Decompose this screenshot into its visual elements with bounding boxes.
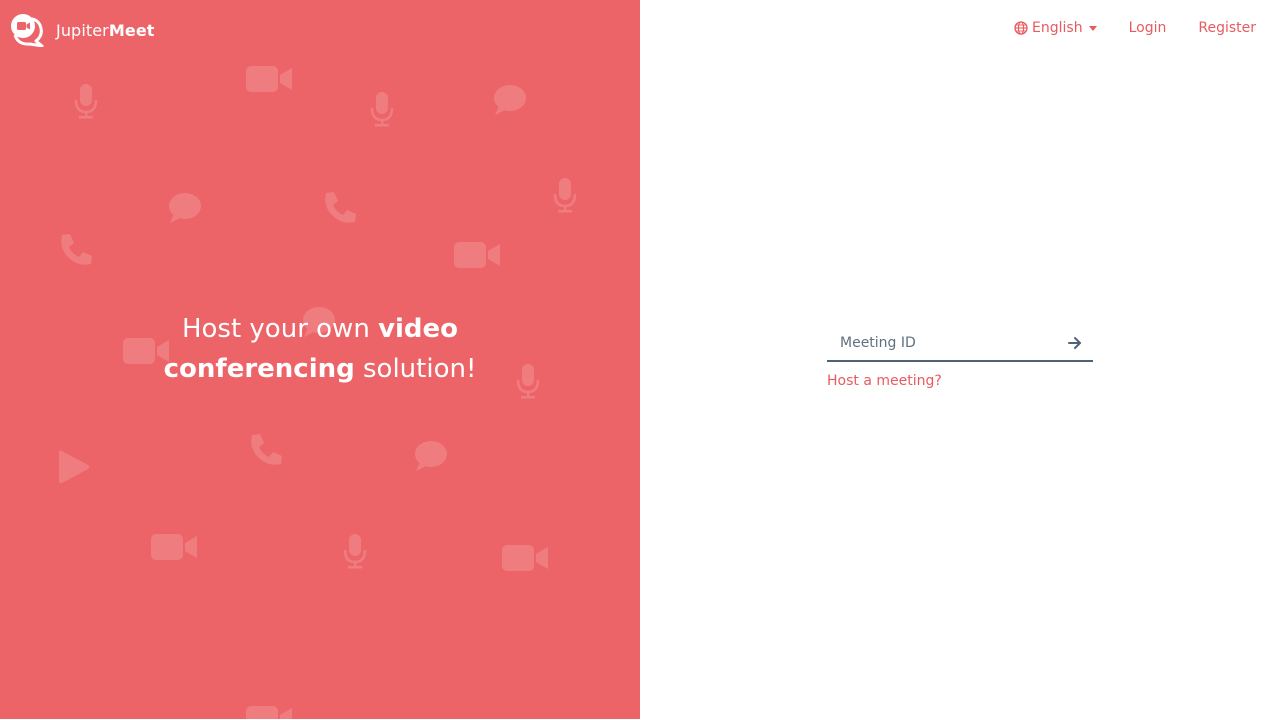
chat-bubble-icon	[414, 440, 448, 472]
video-camera-icon	[454, 240, 500, 270]
register-link[interactable]: Register	[1198, 20, 1256, 36]
join-meeting-form: Host a meeting?	[827, 326, 1093, 389]
video-camera-icon	[246, 704, 292, 719]
meeting-id-input[interactable]	[827, 326, 1057, 360]
microphone-icon	[74, 84, 98, 120]
globe-icon	[1014, 21, 1028, 35]
meeting-id-row	[827, 326, 1093, 362]
language-label: English	[1032, 20, 1083, 36]
top-navigation: English Login Register	[1014, 20, 1256, 36]
join-meeting-button[interactable]	[1057, 326, 1093, 360]
video-camera-icon	[246, 64, 292, 94]
hero-text: Host your own	[181, 314, 379, 344]
hero-text-bold: video	[378, 314, 459, 344]
microphone-icon	[370, 92, 394, 128]
play-icon	[56, 450, 90, 484]
chat-video-logo-icon	[10, 13, 44, 47]
chat-bubble-icon	[168, 192, 202, 224]
video-camera-icon	[502, 543, 548, 573]
chat-bubble-icon	[493, 84, 527, 116]
hero-headline: Host your own video conferencing solutio…	[0, 309, 640, 389]
brand-logo-link[interactable]: JupiterMeet	[10, 13, 155, 47]
microphone-icon	[343, 534, 367, 570]
brand-name: JupiterMeet	[56, 20, 155, 40]
host-meeting-link[interactable]: Host a meeting?	[827, 373, 942, 389]
phone-icon	[248, 432, 284, 468]
arrow-right-icon	[1068, 336, 1082, 350]
login-link[interactable]: Login	[1129, 20, 1167, 36]
landing-page: JupiterMeet Host your own video conferen…	[0, 0, 1280, 720]
hero-text: solution!	[354, 354, 477, 384]
microphone-icon	[553, 178, 577, 214]
hero-panel: JupiterMeet Host your own video conferen…	[0, 0, 640, 719]
video-camera-icon	[151, 532, 197, 562]
hero-text-bold: conferencing	[163, 354, 355, 384]
phone-icon	[322, 190, 358, 226]
phone-icon	[58, 232, 94, 268]
caret-down-icon	[1088, 25, 1097, 31]
language-dropdown[interactable]: English	[1014, 20, 1097, 36]
